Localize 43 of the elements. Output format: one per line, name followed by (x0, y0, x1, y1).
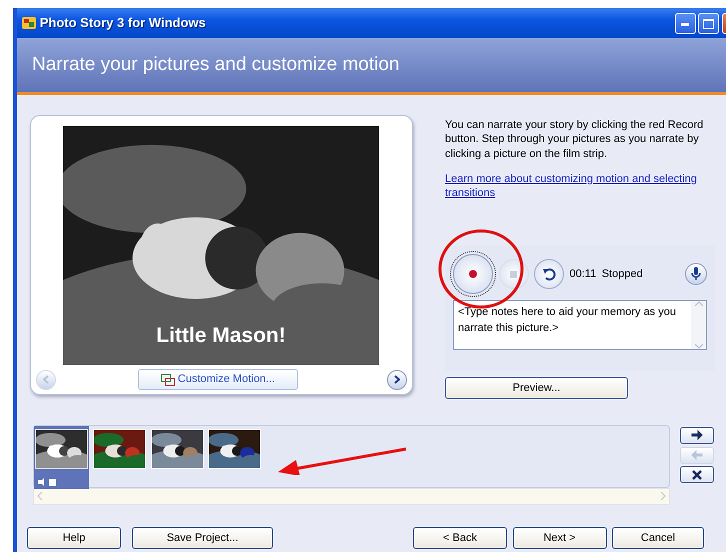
elapsed-time: 00:11 (570, 267, 596, 282)
stop-icon (510, 270, 517, 278)
notes-field[interactable]: <Type notes here to aid your memory as you narrate this picture.> (453, 300, 707, 350)
maximize-icon (703, 19, 714, 30)
microphone-icon (691, 267, 701, 282)
close-icon (691, 470, 703, 480)
instructions-text: You can narrate your story by clicking the red Record button. Step through your pictures as you narrate by clicking a picture on the film strip. (445, 118, 704, 161)
cancel-button[interactable]: Cancel (612, 526, 704, 549)
preview-button[interactable]: Preview... (445, 376, 628, 399)
help-button[interactable]: Help (27, 526, 121, 549)
back-button[interactable]: < Back (413, 526, 507, 549)
move-right-button[interactable] (680, 426, 714, 444)
undo-button[interactable] (534, 259, 564, 290)
record-icon (469, 270, 477, 278)
save-project-button[interactable]: Save Project... (132, 526, 273, 549)
undo-icon (542, 267, 556, 282)
left-arrow-icon (691, 450, 703, 460)
right-arrow-icon (691, 430, 703, 440)
customize-motion-button[interactable]: Customize Motion... (138, 369, 298, 390)
page-heading: Narrate your pictures and customize motion (32, 52, 400, 77)
horizontal-scrollbar[interactable] (33, 488, 670, 505)
window-title: Photo Story 3 for Windows (40, 14, 206, 32)
next-picture-button[interactable] (387, 370, 407, 390)
scroll-right-icon (661, 492, 666, 500)
scroll-down-icon (694, 344, 702, 349)
help-link[interactable]: Learn more about customizing motion and selecting transitions (445, 172, 715, 200)
next-button[interactable]: Next > (512, 526, 606, 549)
minimize-button[interactable] (674, 12, 696, 34)
motion-icon (161, 374, 176, 386)
minimize-icon (681, 22, 689, 26)
app-icon (21, 15, 37, 31)
picture-caption: Little Mason! (155, 322, 287, 348)
scroll-left-icon (36, 492, 42, 500)
remove-picture-button[interactable] (680, 466, 714, 484)
maximize-button[interactable] (698, 12, 720, 34)
chevron-left-icon (43, 375, 49, 384)
scroll-up-icon (694, 300, 702, 306)
thumbnail-status-icon (38, 478, 58, 486)
film-strip-thumbnail[interactable] (34, 426, 89, 489)
record-button[interactable] (453, 254, 493, 294)
recording-status: Stopped (602, 267, 643, 282)
microphone-button[interactable] (685, 263, 707, 286)
chevron-right-icon (394, 375, 400, 384)
